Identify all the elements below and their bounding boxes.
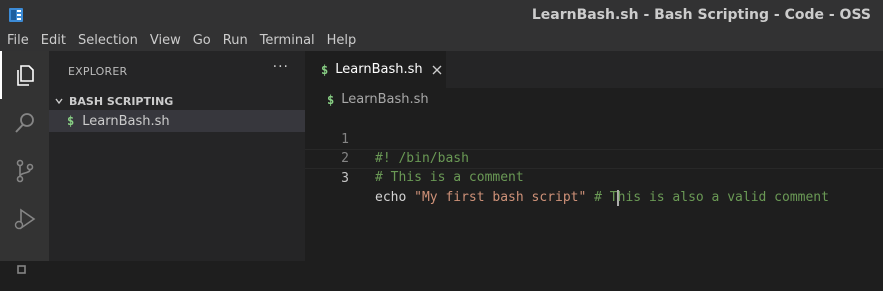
string-token: "My first bash script" (414, 190, 587, 205)
more-actions-icon[interactable]: ··· (273, 59, 289, 75)
menu-selection[interactable]: Selection (71, 30, 143, 51)
search-icon (14, 113, 34, 133)
shell-file-icon: $ (67, 114, 75, 128)
folder-label: BASH SCRIPTING (69, 94, 174, 108)
tab-label: LearnBash.sh (335, 62, 423, 77)
code-editor[interactable]: 1 #! /bin/bash 2 # This is a comment 3 e… (305, 111, 883, 206)
activity-explorer[interactable] (0, 51, 49, 99)
shell-file-icon: $ (327, 92, 335, 107)
comment-token: # This is a comment (375, 170, 524, 185)
menu-go[interactable]: Go (186, 30, 216, 51)
files-icon (16, 65, 34, 86)
menu-bar: File Edit Selection View Go Run Terminal… (0, 30, 883, 51)
tab-learnbash[interactable]: $ LearnBash.sh (305, 51, 446, 88)
title-bar: LearnBash.sh - Bash Scripting - Code - O… (0, 0, 883, 30)
activity-run-debug[interactable] (0, 195, 49, 243)
code-line: 2 # This is a comment (305, 130, 883, 185)
run-debug-icon (14, 208, 35, 230)
file-item-learnbash[interactable]: $ LearnBash.sh (49, 110, 305, 132)
editor-area: $ LearnBash.sh $ LearnBash.sh 1 #! /bin/… (305, 51, 883, 261)
menu-help[interactable]: Help (320, 30, 362, 51)
folder-bash-scripting[interactable]: BASH SCRIPTING (49, 91, 305, 111)
menu-view[interactable]: View (143, 30, 186, 51)
line-text: # This is a comment (375, 168, 524, 187)
tab-bar: $ LearnBash.sh (305, 51, 883, 88)
menu-run[interactable]: Run (216, 30, 253, 51)
menu-file[interactable]: File (0, 30, 34, 51)
activity-search[interactable] (0, 99, 49, 147)
menu-terminal[interactable]: Terminal (253, 30, 320, 51)
file-label: LearnBash.sh (82, 113, 170, 129)
code-line: 1 #! /bin/bash (305, 111, 883, 166)
activity-bar (0, 51, 49, 274)
source-control-icon (16, 159, 33, 183)
explorer-panel: EXPLORER ··· BASH SCRIPTING $ LearnBash.… (49, 51, 305, 261)
code-line-current: 3 echo "My first bash script" # This is … (305, 149, 883, 206)
breadcrumb[interactable]: $ LearnBash.sh (327, 92, 429, 107)
window-title: LearnBash.sh - Bash Scripting - Code - O… (531, 7, 871, 23)
activity-extensions[interactable] (0, 243, 49, 291)
line-text: echo "My first bash script" # This is al… (375, 188, 829, 207)
extensions-icon (16, 265, 26, 274)
shell-file-icon: $ (321, 62, 329, 77)
keyword-token: echo (375, 190, 415, 205)
app-logo-icon (9, 8, 23, 22)
line-number: 3 (341, 171, 349, 186)
chevron-down-icon (55, 98, 63, 105)
comment-token: his is also a valid comment (617, 190, 829, 205)
breadcrumb-file: LearnBash.sh (341, 92, 429, 107)
menu-edit[interactable]: Edit (34, 30, 71, 51)
comment-token: # T (594, 190, 618, 205)
explorer-header: EXPLORER (68, 65, 128, 78)
close-icon[interactable] (431, 64, 443, 76)
activity-source-control[interactable] (0, 147, 49, 195)
